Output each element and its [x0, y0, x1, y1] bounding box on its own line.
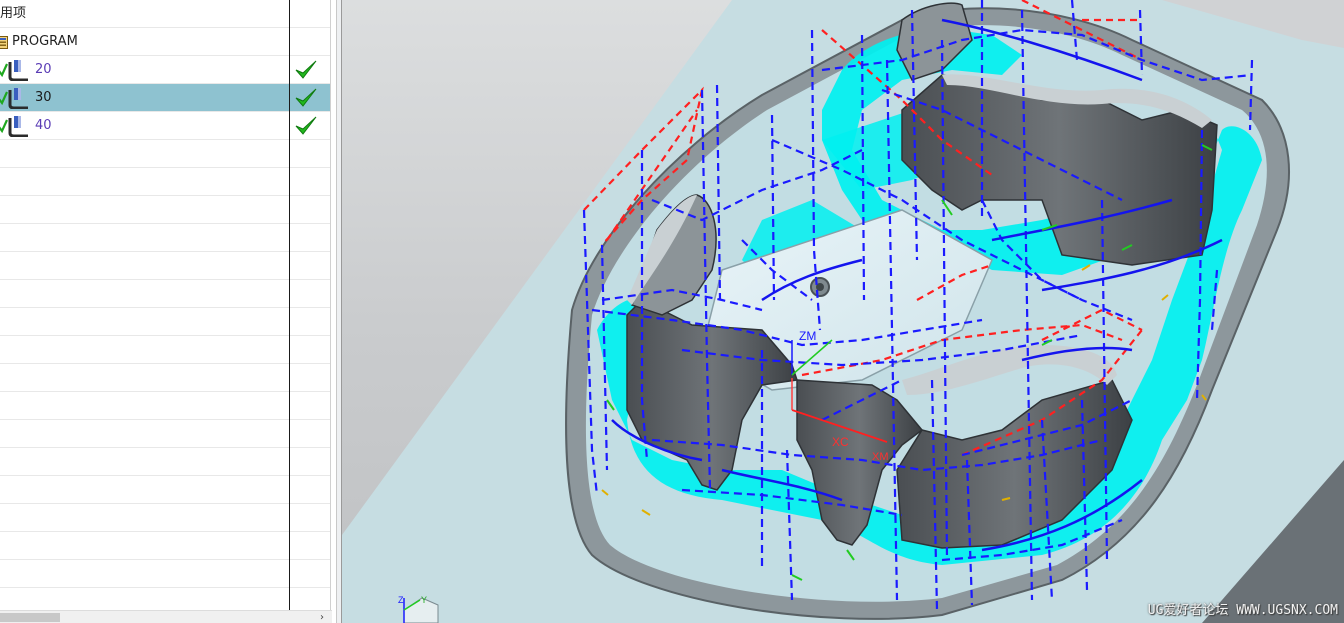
empty-row: [0, 532, 330, 560]
program-label: PROGRAM: [12, 34, 78, 49]
scrollbar-thumb[interactable]: [0, 613, 60, 622]
operation-label: 20: [35, 62, 52, 77]
empty-row: [0, 168, 330, 196]
empty-row: [0, 476, 330, 504]
tree-node-program[interactable]: PROGRAM: [0, 28, 330, 56]
check-icon: [295, 60, 317, 79]
mill-operation-icon: [0, 60, 28, 81]
check-icon: [295, 116, 317, 135]
part-model-view: ZM XC XM Z Y: [342, 0, 1344, 623]
tree-node-operation-30[interactable]: 30: [0, 84, 330, 112]
empty-row: [0, 224, 330, 252]
empty-row: [0, 252, 330, 280]
xm-label: XM: [872, 451, 889, 463]
tree-node-operation-20[interactable]: 20: [0, 56, 330, 84]
mill-operation-icon: [0, 88, 28, 109]
empty-row: [0, 196, 330, 224]
empty-row: [0, 504, 330, 532]
empty-row: [0, 448, 330, 476]
triad-z-label: Z: [398, 595, 404, 605]
column-divider[interactable]: [289, 0, 290, 610]
zm-label: ZM: [799, 329, 816, 343]
watermark-text: UG爱好者论坛 WWW.UGSNX.COM: [1147, 603, 1338, 618]
operation-navigator: 用项 PROGRAM 20 30 40 ›: [0, 0, 340, 623]
empty-row: [0, 364, 330, 392]
triad-y-label: Y: [421, 595, 427, 605]
empty-row: [0, 560, 330, 588]
column-divider: [330, 0, 331, 610]
empty-row: [0, 420, 330, 448]
xc-label: XC: [832, 435, 849, 449]
empty-row: [0, 336, 330, 364]
mill-operation-icon: [0, 116, 28, 137]
empty-row: [0, 140, 330, 168]
operation-label: 30: [35, 90, 52, 105]
scroll-right-arrow-icon[interactable]: ›: [316, 611, 328, 623]
empty-row: [0, 280, 330, 308]
graphics-viewport[interactable]: ZM XC XM Z Y UG爱好者论坛 WWW.UGSNX.COM: [342, 0, 1344, 623]
operation-label: 40: [35, 118, 52, 133]
column-header-label: 用项: [0, 6, 27, 21]
tree-node-operation-40[interactable]: 40: [0, 112, 330, 140]
program-group-icon: [0, 36, 8, 49]
horizontal-scrollbar[interactable]: ›: [0, 610, 332, 623]
navigator-column-header[interactable]: 用项: [0, 0, 330, 28]
empty-row: [0, 308, 330, 336]
empty-row: [0, 392, 330, 420]
check-icon: [295, 88, 317, 107]
